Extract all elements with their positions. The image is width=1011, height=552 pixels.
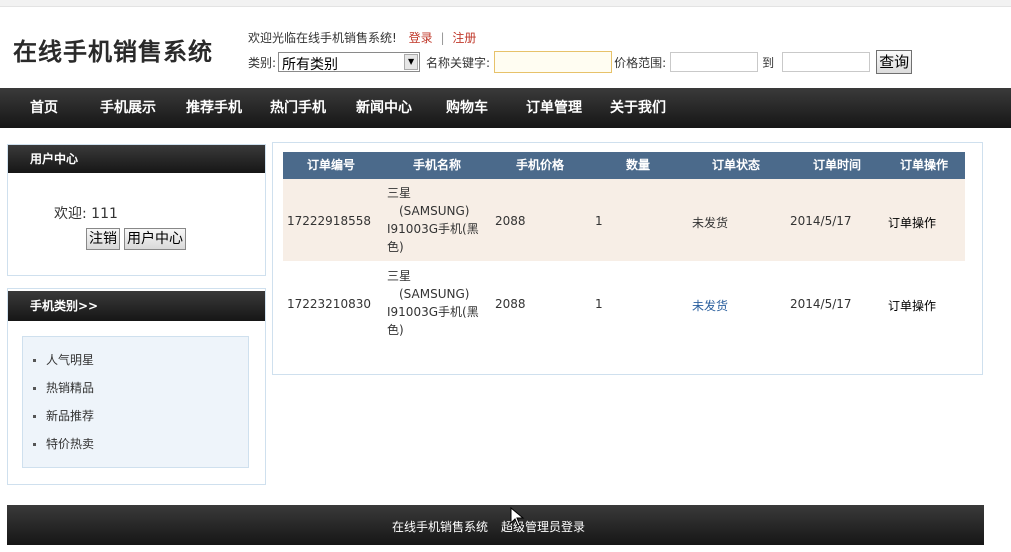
logout-button[interactable]: 注销 xyxy=(86,228,120,250)
column-header-phone-name: 手机名称 xyxy=(413,158,462,172)
phone-name-line: I91003G手机(黑 xyxy=(387,222,479,236)
order-time: 2014/5/17 xyxy=(790,214,852,228)
category-item-best-selling[interactable]: 热销精品 xyxy=(33,379,94,396)
category-select-value: 所有类别 xyxy=(282,57,339,73)
nav-item-about[interactable]: 关于我们 xyxy=(610,88,666,128)
phone-name-line: 色) xyxy=(387,323,404,337)
category-item-special-offer[interactable]: 特价热卖 xyxy=(33,435,94,452)
user-center-title: 用户中心 xyxy=(8,145,265,173)
category-item-label: 特价热卖 xyxy=(46,437,95,451)
bullet-icon xyxy=(33,443,36,446)
nav-item-home[interactable]: 首页 xyxy=(30,88,58,128)
phone-price: 2088 xyxy=(495,214,526,228)
column-header-quantity: 数量 xyxy=(626,158,651,172)
price-from-input[interactable] xyxy=(670,52,759,72)
category-list: 人气明星 热销精品 新品推荐 特价热卖 xyxy=(22,336,249,468)
column-header-price: 手机价格 xyxy=(516,158,565,172)
order-action-link[interactable]: 订单操作 xyxy=(888,214,936,231)
phone-name-line: (SAMSUNG) xyxy=(399,287,470,301)
keyword-label: 名称关键字: xyxy=(426,55,491,70)
order-status: 未发货 xyxy=(692,299,729,313)
order-table-header: 订单编号 手机名称 手机价格 数量 订单状态 订单时间 订单操作 xyxy=(283,152,965,179)
search-bar: 类别: 所有类别 ▼ 名称关键字: 价格范围: 到 查询 xyxy=(248,49,913,75)
site-logo: 在线手机销售系统 xyxy=(13,38,213,66)
login-link[interactable]: 登录 xyxy=(409,31,433,45)
welcome-text: 欢迎光临在线手机销售系统! xyxy=(248,31,397,45)
table-row xyxy=(283,179,965,261)
user-center-panel: 用户中心 xyxy=(7,144,266,276)
browser-top-strip xyxy=(0,0,1011,7)
phone-name-line: 三星 xyxy=(387,269,412,283)
column-header-time: 订单时间 xyxy=(813,158,862,172)
query-button[interactable]: 查询 xyxy=(876,50,913,74)
phone-name-link[interactable]: 三星 (SAMSUNG) I91003G手机(黑 色) xyxy=(387,184,491,256)
price-to-input[interactable] xyxy=(782,52,871,72)
user-center-button[interactable]: 用户中心 xyxy=(124,228,186,250)
bullet-icon xyxy=(33,415,36,418)
price-to-label: 到 xyxy=(762,55,775,70)
category-item-label: 热销精品 xyxy=(46,381,95,395)
category-item-popular[interactable]: 人气明星 xyxy=(33,351,94,368)
welcome-bar: 欢迎光临在线手机销售系统! 登录 | 注册 xyxy=(248,29,476,46)
order-quantity: 1 xyxy=(595,214,603,228)
order-quantity: 1 xyxy=(595,297,603,311)
price-range-label: 价格范围: xyxy=(614,55,667,70)
category-label: 类别: xyxy=(248,55,277,70)
main-nav: 首页 手机展示 推荐手机 热门手机 新闻中心 购物车 订单管理 关于我们 xyxy=(0,88,1011,128)
column-header-status: 订单状态 xyxy=(712,158,761,172)
order-number: 17223210830 xyxy=(287,297,371,311)
category-select[interactable]: 所有类别 ▼ xyxy=(278,52,421,73)
nav-item-hot[interactable]: 热门手机 xyxy=(270,88,326,128)
phone-price: 2088 xyxy=(495,297,526,311)
category-panel-title: 手机类别>> xyxy=(8,291,265,321)
link-divider: | xyxy=(440,31,445,45)
phone-name-line: 色) xyxy=(387,240,404,254)
dropdown-arrow-icon[interactable]: ▼ xyxy=(404,54,419,70)
register-link[interactable]: 注册 xyxy=(452,31,476,45)
footer-site-name: 在线手机销售系统 xyxy=(392,520,489,534)
phone-name-link[interactable]: 三星 (SAMSUNG) I91003G手机(黑 色) xyxy=(387,267,491,339)
site-footer: 在线手机销售系统 超级管理员登录 xyxy=(7,505,984,545)
category-item-new[interactable]: 新品推荐 xyxy=(33,407,94,424)
nav-item-recommended[interactable]: 推荐手机 xyxy=(186,88,242,128)
keyword-input[interactable] xyxy=(494,51,613,73)
phone-name-line: I91003G手机(黑 xyxy=(387,305,479,319)
order-time: 2014/5/17 xyxy=(790,297,852,311)
bullet-icon xyxy=(33,359,36,362)
nav-item-news[interactable]: 新闻中心 xyxy=(356,88,412,128)
column-header-action: 订单操作 xyxy=(900,158,949,172)
category-item-label: 新品推荐 xyxy=(46,409,95,423)
phone-name-line: 三星 xyxy=(387,186,412,200)
order-status: 未发货 xyxy=(692,216,729,230)
table-row xyxy=(283,262,965,344)
order-action-link[interactable]: 订单操作 xyxy=(888,297,936,314)
phone-name-line: (SAMSUNG) xyxy=(399,204,470,218)
nav-item-phone-display[interactable]: 手机展示 xyxy=(100,88,156,128)
user-welcome-text: 欢迎: 111 xyxy=(54,206,118,222)
category-item-label: 人气明星 xyxy=(46,353,95,367)
column-header-order-no: 订单编号 xyxy=(307,158,356,172)
nav-item-orders[interactable]: 订单管理 xyxy=(526,88,582,128)
mouse-cursor-icon xyxy=(510,507,525,527)
order-number: 17222918558 xyxy=(287,214,371,228)
nav-item-cart[interactable]: 购物车 xyxy=(446,88,488,128)
bullet-icon xyxy=(33,387,36,390)
